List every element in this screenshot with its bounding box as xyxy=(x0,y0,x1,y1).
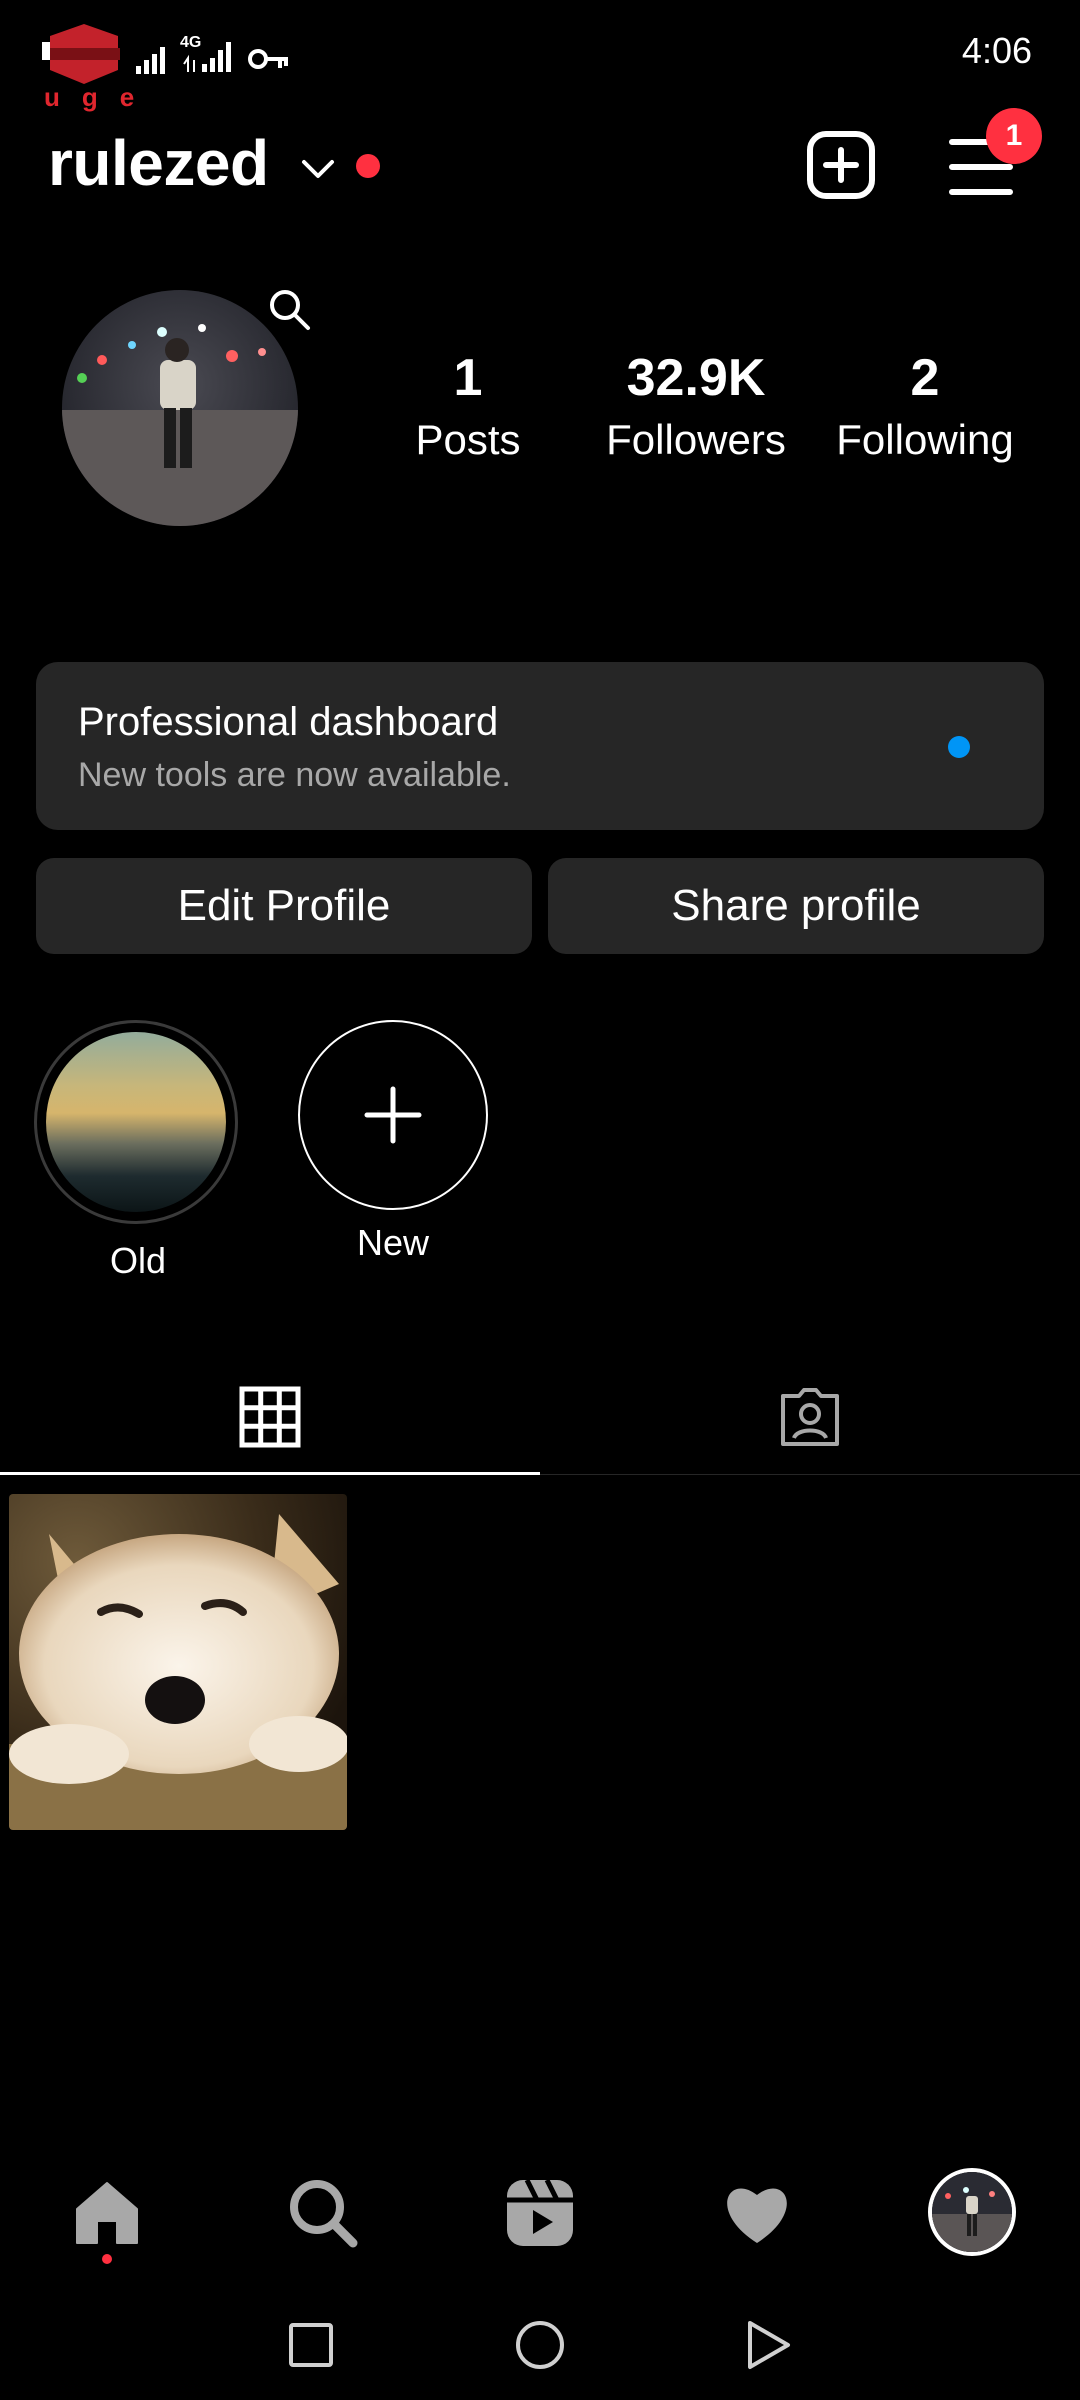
reels-icon xyxy=(507,2178,573,2246)
plus-square-icon xyxy=(807,131,875,199)
stat-followers[interactable]: 32.9K Followers xyxy=(586,348,806,464)
notification-dot xyxy=(356,154,380,178)
circle-icon xyxy=(516,2321,564,2369)
profile-avatar[interactable] xyxy=(62,290,298,526)
account-switcher[interactable]: rulezed xyxy=(48,126,269,200)
nav-reels[interactable] xyxy=(485,2168,595,2258)
grid-icon xyxy=(239,1386,301,1448)
plus-icon xyxy=(364,1086,422,1144)
stat-value: 1 xyxy=(453,349,483,407)
nav-profile-avatar[interactable] xyxy=(928,2168,1016,2256)
status-icons: 4G xyxy=(136,30,290,74)
triangle-icon xyxy=(748,2321,790,2369)
tagged-person-icon xyxy=(781,1388,839,1446)
nav-activity[interactable] xyxy=(702,2168,812,2258)
search-icon xyxy=(290,2180,358,2248)
carrier-logo-text: uge xyxy=(44,82,157,112)
dashboard-subtitle: New tools are now available. xyxy=(78,756,511,794)
nav-home-dot xyxy=(102,2254,112,2264)
edit-profile-button[interactable]: Edit Profile xyxy=(36,858,532,954)
home-button[interactable] xyxy=(505,2310,575,2380)
back-button[interactable] xyxy=(733,2310,803,2380)
home-icon xyxy=(76,2182,138,2244)
nav-home[interactable] xyxy=(52,2168,162,2258)
stat-value: 2 xyxy=(910,349,940,407)
share-profile-button[interactable]: Share profile xyxy=(548,858,1044,954)
recent-apps-button[interactable] xyxy=(276,2310,346,2380)
vpn-key-icon xyxy=(248,49,288,69)
highlight-old-thumbnail[interactable] xyxy=(46,1032,226,1212)
search-icon[interactable] xyxy=(266,286,312,332)
tab-posts-grid[interactable] xyxy=(0,1362,540,1472)
carrier-logo xyxy=(42,22,126,86)
tab-divider xyxy=(540,1474,1080,1475)
square-icon xyxy=(289,2323,333,2367)
stat-following[interactable]: 2 Following xyxy=(815,348,1035,464)
heart-icon xyxy=(727,2188,787,2243)
new-highlight-button[interactable] xyxy=(298,1020,488,1210)
new-indicator-dot xyxy=(948,736,970,758)
stat-label: Followers xyxy=(606,416,786,463)
highlight-label: New xyxy=(356,1222,430,1263)
signal-4g-icon: 4G xyxy=(180,34,238,74)
menu-badge: 1 xyxy=(986,108,1042,164)
status-time: 4:06 xyxy=(961,30,1032,71)
stat-label: Posts xyxy=(415,416,521,463)
create-button[interactable] xyxy=(806,130,876,200)
post-thumbnail[interactable] xyxy=(9,1494,347,1830)
highlight-label: Old xyxy=(109,1240,167,1281)
stat-posts[interactable]: 1 Posts xyxy=(358,348,578,464)
professional-dashboard-card[interactable]: Professional dashboard New tools are now… xyxy=(36,662,1044,830)
stat-label: Following xyxy=(836,416,1014,463)
nav-search[interactable] xyxy=(268,2168,378,2258)
signal-icon xyxy=(136,47,165,74)
stat-value: 32.9K xyxy=(626,349,766,407)
active-tab-indicator xyxy=(0,1472,540,1475)
tab-tagged[interactable] xyxy=(540,1362,1080,1472)
chevron-down-icon[interactable] xyxy=(298,152,338,184)
dashboard-title: Professional dashboard xyxy=(78,700,499,744)
